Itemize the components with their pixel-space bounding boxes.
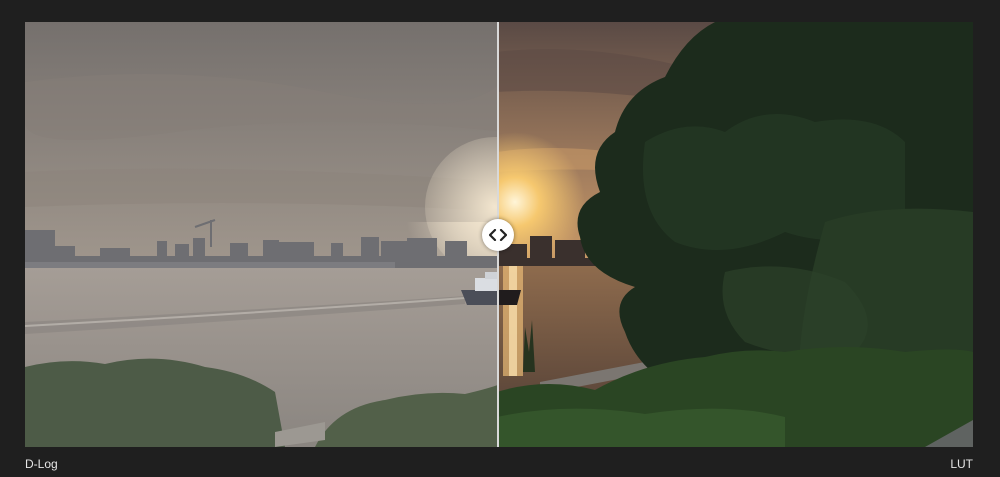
comparison-handle[interactable] xyxy=(482,219,514,251)
image-comparison-slider[interactable] xyxy=(25,22,973,447)
chevrons-left-right-icon xyxy=(489,229,507,241)
label-lut: LUT xyxy=(950,457,973,471)
label-dlog: D-Log xyxy=(25,457,58,471)
